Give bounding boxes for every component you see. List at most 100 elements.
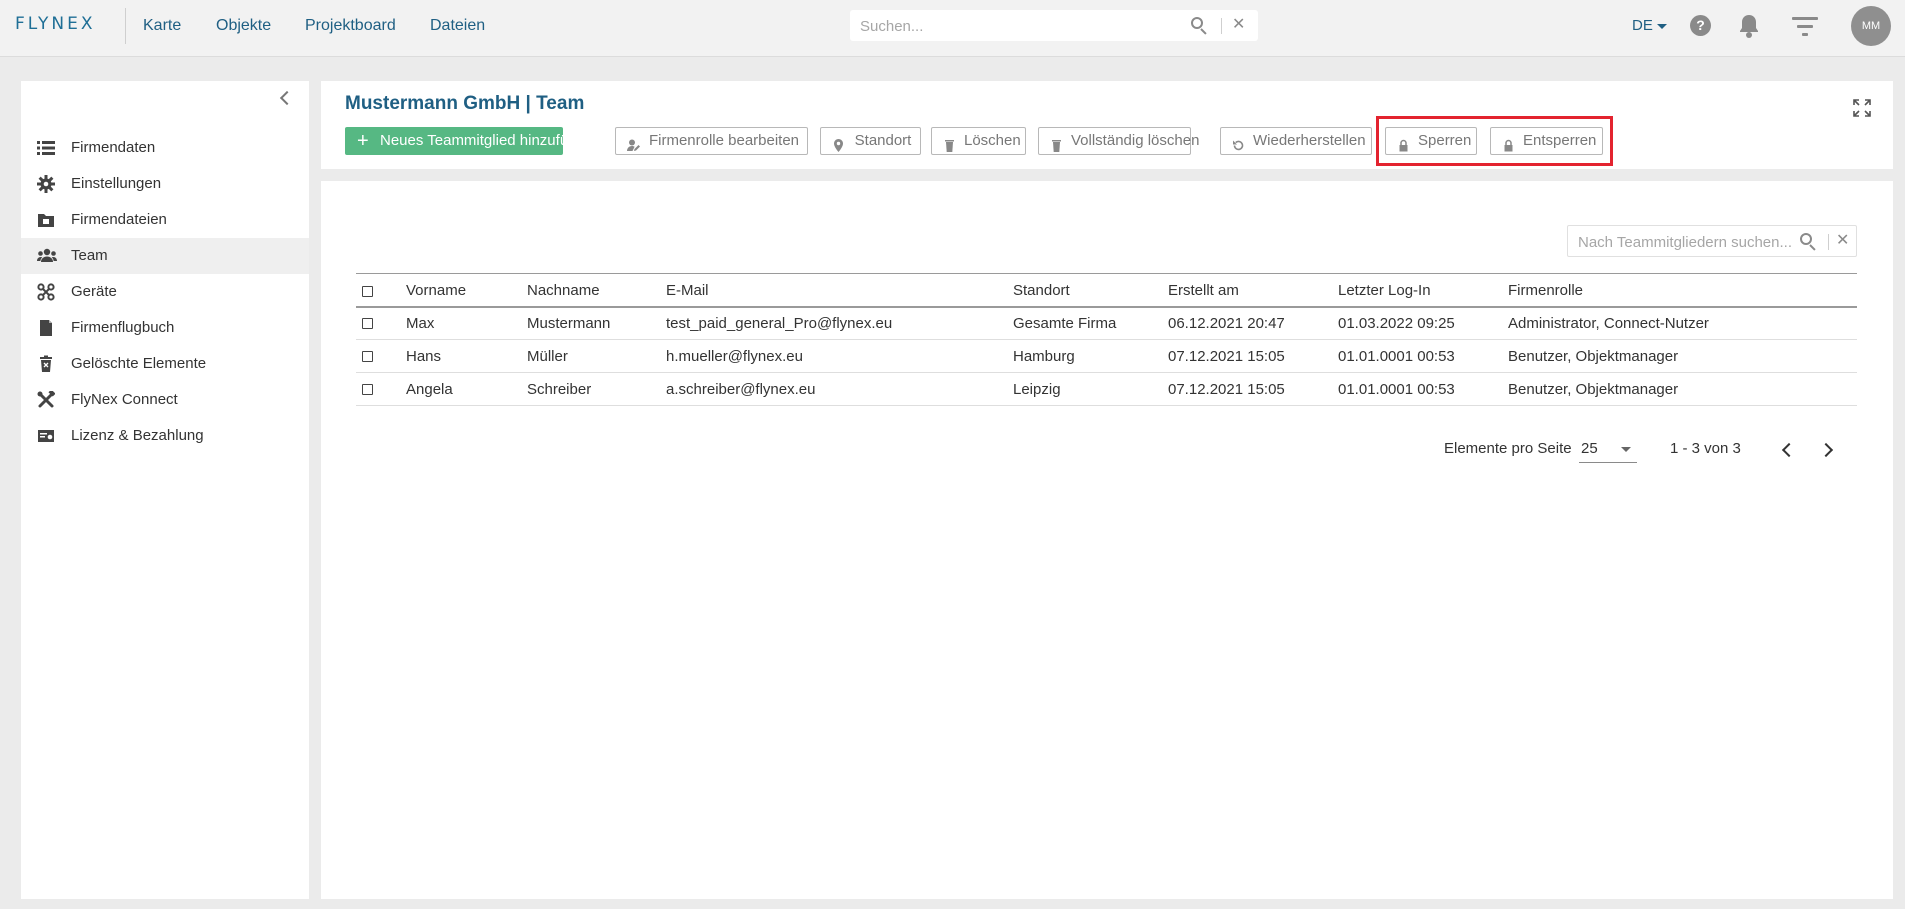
delete-permanently-button[interactable]: Vollständig löschen	[1038, 127, 1199, 155]
delete-label: Löschen	[964, 132, 1021, 149]
user-avatar[interactable]: MM	[1851, 6, 1891, 46]
items-per-page-value: 25	[1581, 440, 1598, 457]
add-team-member-button[interactable]: + Neues Teammitglied hinzufügen	[345, 127, 593, 155]
column-header[interactable]: Vorname	[406, 273, 527, 308]
sidebar-item-firmenflugbuch[interactable]: Firmenflugbuch	[21, 310, 309, 346]
previous-page-icon[interactable]	[1778, 441, 1796, 459]
sidebar: Firmendaten Einstellungen Firmendateien …	[21, 81, 309, 899]
unlock-button[interactable]: Entsperren	[1490, 127, 1603, 155]
clear-search-icon[interactable]: ✕	[1232, 17, 1245, 33]
column-header[interactable]: Erstellt am	[1168, 273, 1338, 308]
restore-button[interactable]: Wiederherstellen	[1220, 127, 1372, 155]
cell-email: a.schreiber@flynex.eu	[666, 372, 1013, 406]
cell-company-role: Benutzer, Objektmanager	[1508, 372, 1857, 406]
folder-icon	[37, 211, 55, 229]
language-select[interactable]: DE	[1632, 17, 1667, 34]
clear-search-icon[interactable]: ✕	[1836, 233, 1849, 249]
delete-permanently-label: Vollständig löschen	[1071, 132, 1200, 149]
location-label: Standort	[854, 132, 912, 149]
sidebar-item-firmendaten[interactable]: Firmendaten	[21, 130, 309, 166]
cell-first-name: Angela	[406, 372, 527, 406]
logo-divider	[125, 8, 126, 44]
nav-link-karte[interactable]: Karte	[143, 17, 181, 35]
sidebar-item-team[interactable]: Team	[21, 238, 309, 274]
global-search-input[interactable]	[860, 15, 1190, 37]
cell-last-name: Mustermann	[527, 306, 666, 340]
collapse-sidebar-icon[interactable]	[276, 89, 296, 109]
team-search: ✕	[1567, 225, 1857, 257]
cell-last-login: 01.01.0001 00:53	[1338, 339, 1508, 373]
next-page-icon[interactable]	[1818, 441, 1836, 459]
items-per-page-select[interactable]: 25	[1579, 437, 1637, 463]
search-icon[interactable]	[1799, 232, 1817, 251]
row-checkbox[interactable]	[362, 318, 373, 330]
sidebar-item-einstellungen[interactable]: Einstellungen	[21, 166, 309, 202]
sidebar-item-geloeschte-elemente[interactable]: Gelöschte Elemente	[21, 346, 309, 382]
cell-email: h.mueller@flynex.eu	[666, 339, 1013, 373]
lock-icon	[1502, 135, 1515, 152]
book-icon	[37, 319, 55, 337]
notification-bell-icon[interactable]	[1737, 13, 1761, 39]
column-header[interactable]: Standort	[1013, 273, 1168, 308]
license-icon	[37, 427, 55, 445]
column-header[interactable]: Firmenrolle	[1508, 273, 1857, 308]
edit-company-role-button[interactable]: Firmenrolle bearbeiten	[615, 127, 808, 155]
select-all-checkbox[interactable]	[362, 285, 373, 297]
cell-first-name: Max	[406, 306, 527, 340]
help-icon[interactable]: ?	[1690, 15, 1711, 36]
cell-company-role: Benutzer, Objektmanager	[1508, 339, 1857, 373]
sidebar-item-flynex-connect[interactable]: FlyNex Connect	[21, 382, 309, 418]
fullscreen-icon[interactable]	[1853, 99, 1871, 117]
location-button[interactable]: Standort	[820, 127, 921, 155]
column-header[interactable]: Letzter Log-In	[1338, 273, 1508, 308]
edit-company-role-label: Firmenrolle bearbeiten	[648, 132, 800, 149]
sidebar-item-label: Geräte	[71, 283, 117, 300]
search-icon[interactable]	[1190, 16, 1208, 35]
sidebar-item-label: Einstellungen	[71, 175, 162, 192]
sidebar-item-lizenz-bezahlung[interactable]: Lizenz & Bezahlung	[21, 418, 309, 454]
table-row[interactable]: Hans Müller h.mueller@flynex.eu Hamburg …	[356, 339, 1857, 373]
plus-icon: +	[357, 130, 369, 152]
trash-icon	[943, 135, 956, 152]
cell-last-login: 01.01.0001 00:53	[1338, 372, 1508, 406]
sidebar-item-label: Lizenz & Bezahlung	[71, 427, 204, 444]
lock-icon	[1397, 135, 1410, 152]
cell-created: 07.12.2021 15:05	[1168, 339, 1338, 373]
sidebar-item-label: Firmenflugbuch	[71, 319, 175, 336]
sidebar-item-label: Gelöschte Elemente	[71, 355, 207, 372]
delete-button[interactable]: Löschen	[931, 127, 1026, 155]
sidebar-item-firmendateien[interactable]: Firmendateien	[21, 202, 309, 238]
filter-icon[interactable]	[1792, 17, 1818, 37]
table-row[interactable]: Max Mustermann test_paid_general_Pro@fly…	[356, 306, 1857, 340]
user-edit-icon	[627, 135, 640, 151]
row-checkbox[interactable]	[362, 351, 373, 363]
sidebar-item-label: Team	[71, 247, 108, 264]
drone-icon	[37, 283, 55, 301]
page-title: Mustermann GmbH | Team	[345, 93, 585, 114]
lock-button[interactable]: Sperren	[1385, 127, 1477, 155]
lock-label: Sperren	[1418, 132, 1472, 149]
cell-location: Gesamte Firma	[1013, 306, 1168, 340]
cell-created: 07.12.2021 15:05	[1168, 372, 1338, 406]
page-range: 1 - 3 von 3	[1670, 440, 1741, 457]
language-value: DE	[1632, 17, 1653, 34]
team-search-input[interactable]	[1578, 232, 1798, 252]
search-divider	[1828, 234, 1829, 250]
cell-last-name: Schreiber	[527, 372, 666, 406]
nav-link-objekte[interactable]: Objekte	[216, 17, 271, 35]
flynex-logo[interactable]: FLYNEX	[15, 14, 95, 34]
chevron-down-icon	[1621, 447, 1631, 452]
table-row[interactable]: Angela Schreiber a.schreiber@flynex.eu L…	[356, 372, 1857, 406]
location-pin-icon	[832, 135, 845, 152]
sidebar-item-label: FlyNex Connect	[71, 391, 178, 408]
column-header[interactable]: E-Mail	[666, 273, 1013, 308]
sidebar-item-geraete[interactable]: Geräte	[21, 274, 309, 310]
restore-icon	[1232, 135, 1245, 151]
team-table-card: ✕ Vorname Nachname E-Mail Standort Erste…	[321, 181, 1893, 899]
column-header[interactable]: Nachname	[527, 273, 666, 308]
nav-link-projektboard[interactable]: Projektboard	[305, 17, 396, 35]
sidebar-item-label: Firmendaten	[71, 139, 156, 156]
row-checkbox[interactable]	[362, 384, 373, 396]
nav-link-dateien[interactable]: Dateien	[430, 17, 485, 35]
team-icon	[37, 247, 57, 265]
